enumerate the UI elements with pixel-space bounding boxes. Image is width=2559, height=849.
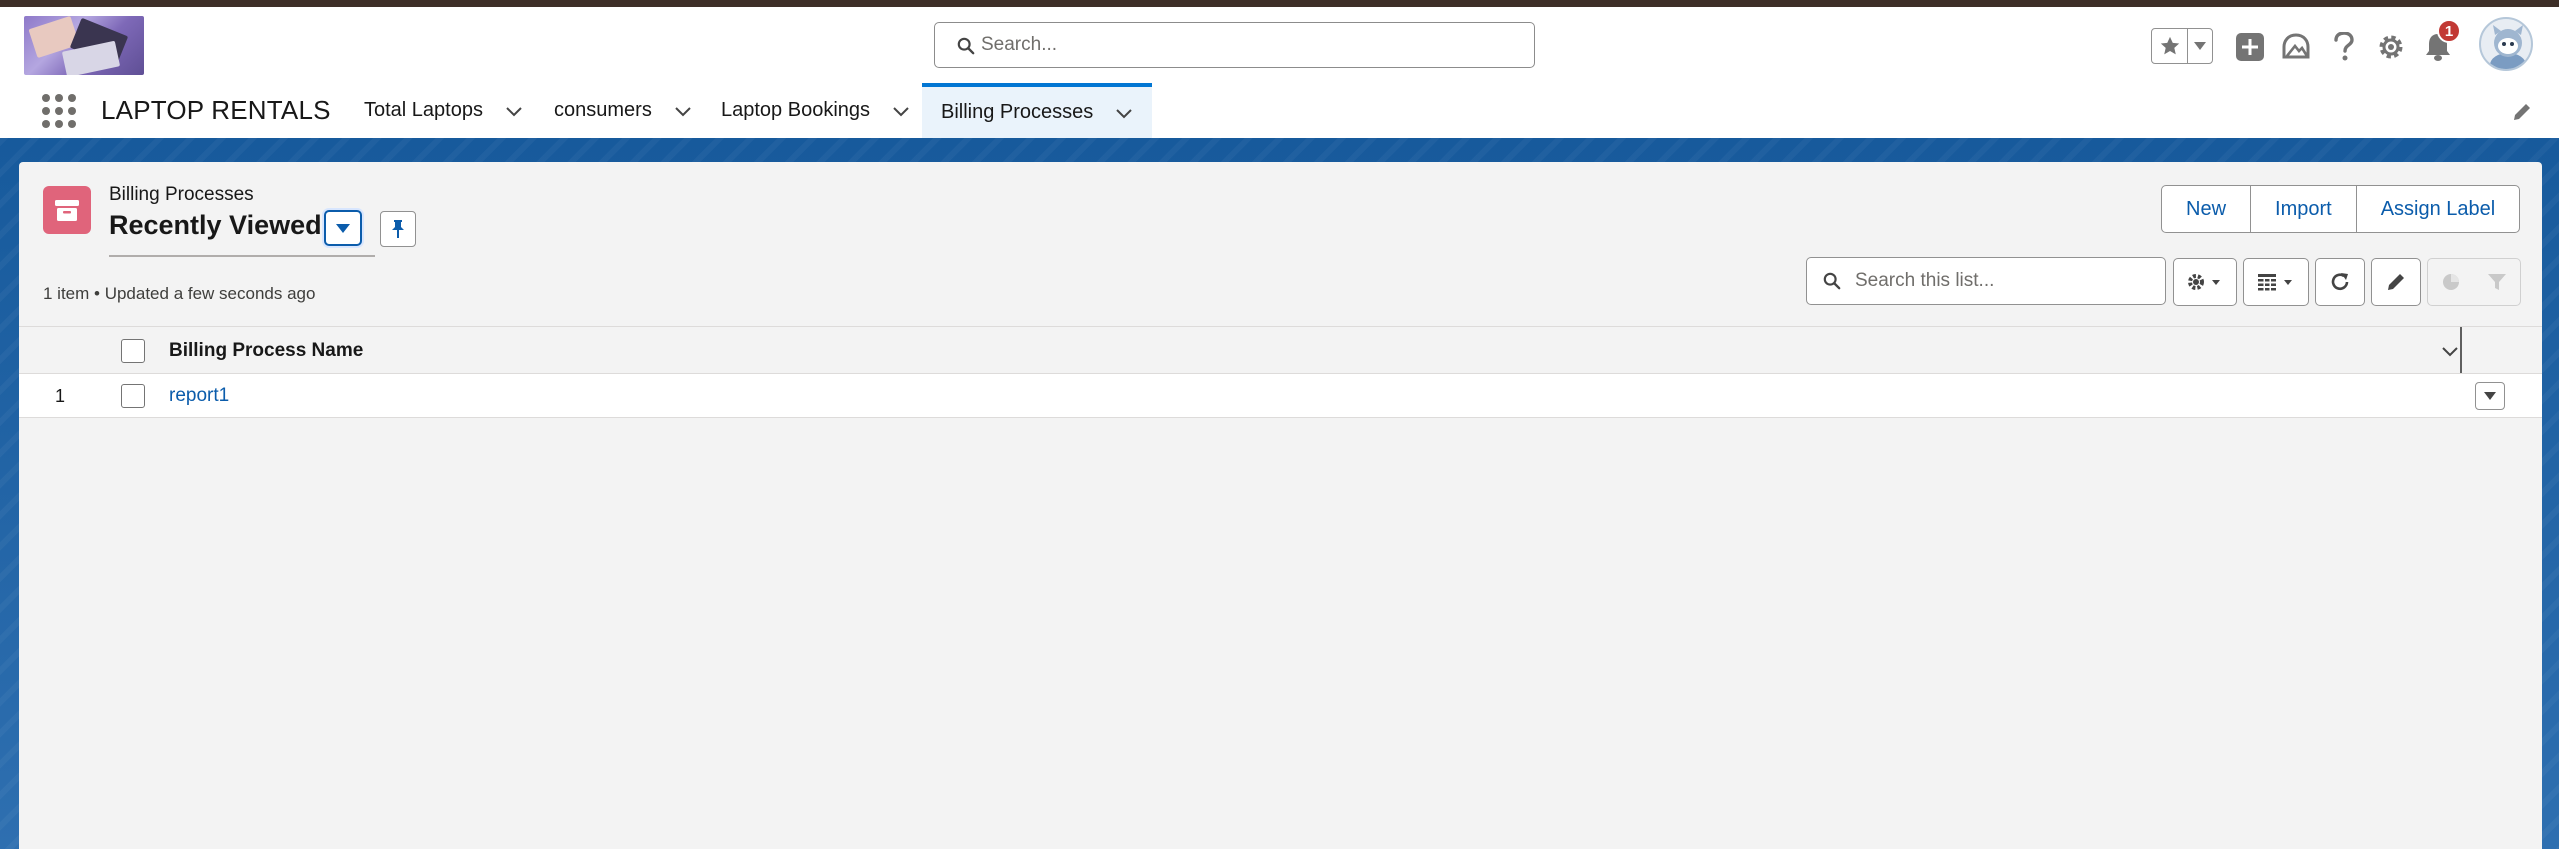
global-header: 1 <box>0 7 2559 83</box>
record-link[interactable]: report1 <box>169 385 229 407</box>
list-view-title[interactable]: Recently Viewed <box>109 210 322 241</box>
pin-list-view-button[interactable] <box>380 211 416 247</box>
tab-total-laptops[interactable]: Total Laptops <box>364 83 523 138</box>
app-launcher-button[interactable] <box>40 92 78 130</box>
refresh-icon <box>2331 273 2349 291</box>
inline-edit-button[interactable] <box>2371 258 2421 306</box>
billing-process-object-icon <box>43 186 91 234</box>
chevron-down-icon <box>336 223 350 233</box>
list-meta-info: 1 item • Updated a few seconds ago <box>43 284 316 303</box>
chevron-down-icon[interactable] <box>505 102 523 120</box>
tab-billing-processes[interactable]: Billing Processes <box>922 83 1153 138</box>
help-icon <box>2334 32 2354 61</box>
help-button[interactable] <box>2327 30 2361 64</box>
trailhead-icon <box>2282 33 2310 59</box>
tab-label: Billing Processes <box>941 101 1094 123</box>
row-actions-button[interactable] <box>2475 382 2505 410</box>
tab-label: Laptop Bookings <box>721 99 871 121</box>
list-view-panel: Billing Processes Recently Viewed New Im… <box>19 162 2542 849</box>
setup-button[interactable] <box>2374 30 2408 64</box>
favorites-list-button[interactable] <box>2188 29 2212 63</box>
refresh-button[interactable] <box>2315 258 2365 306</box>
archive-box-icon <box>55 200 79 221</box>
display-as-table-button[interactable] <box>2243 258 2309 306</box>
chevron-down-icon[interactable] <box>892 102 910 120</box>
add-icon <box>2236 33 2264 61</box>
chart-icon[interactable] <box>2440 271 2462 293</box>
favorites-button[interactable] <box>2152 29 2188 63</box>
list-view-picker-button[interactable] <box>324 210 362 246</box>
global-search-input[interactable] <box>981 34 1534 56</box>
assign-label-button[interactable]: Assign Label <box>2357 186 2520 232</box>
charts-filters-group <box>2427 258 2521 306</box>
pin-icon <box>392 220 404 238</box>
chevron-down-icon[interactable] <box>674 102 692 120</box>
tab-laptop-bookings[interactable]: Laptop Bookings <box>721 83 910 138</box>
browser-top-strip <box>0 0 2559 7</box>
table-header-row: Billing Process Name <box>19 326 2542 374</box>
global-search-box[interactable] <box>934 22 1535 68</box>
favorites-group <box>2151 28 2213 64</box>
column-header-billing-process-name[interactable]: Billing Process Name <box>169 340 363 362</box>
app-navigation-bar: LAPTOP RENTALS Total Laptops consumers L… <box>0 83 2559 138</box>
gear-dropdown-icon <box>2188 274 2220 290</box>
table-row: 1 report1 <box>19 374 2542 418</box>
import-button[interactable]: Import <box>2251 186 2357 232</box>
app-name: LAPTOP RENTALS <box>101 95 331 125</box>
list-title-underline <box>109 255 375 257</box>
column-resize-handle[interactable] <box>2460 327 2462 373</box>
chevron-down-icon <box>2484 392 2496 400</box>
guidance-center-button[interactable] <box>2279 30 2313 64</box>
list-view-controls-button[interactable] <box>2173 258 2237 306</box>
column-actions-chevron-icon[interactable] <box>2440 341 2460 361</box>
row-checkbox[interactable] <box>121 384 145 408</box>
object-label: Billing Processes <box>109 184 254 205</box>
chevron-down-icon <box>2194 42 2206 50</box>
tab-consumers[interactable]: consumers <box>554 83 692 138</box>
filter-icon[interactable] <box>2486 271 2508 293</box>
user-avatar[interactable] <box>2479 17 2533 71</box>
tab-label: Total Laptops <box>364 99 483 121</box>
list-table: Billing Process Name 1 report1 <box>19 326 2542 418</box>
select-all-checkbox[interactable] <box>121 339 145 363</box>
global-actions-button[interactable] <box>2233 30 2267 64</box>
org-logo[interactable] <box>24 16 144 75</box>
row-number: 1 <box>55 386 66 406</box>
gear-icon <box>2379 35 2403 59</box>
list-search-input[interactable] <box>1855 270 2165 292</box>
table-dropdown-icon <box>2258 274 2292 291</box>
chevron-down-icon[interactable] <box>1115 104 1133 122</box>
search-icon <box>957 37 975 55</box>
list-search-box[interactable] <box>1806 257 2166 305</box>
tab-label: consumers <box>554 99 652 121</box>
astro-avatar-icon <box>2490 25 2526 69</box>
search-icon <box>1823 272 1841 290</box>
list-actions-button-group: New Import Assign Label <box>2161 185 2521 233</box>
edit-nav-pencil-icon[interactable] <box>2511 101 2533 123</box>
notification-count-badge: 1 <box>2437 19 2461 43</box>
new-button[interactable]: New <box>2162 186 2252 232</box>
pencil-icon <box>2388 274 2404 290</box>
star-icon <box>2160 36 2179 55</box>
